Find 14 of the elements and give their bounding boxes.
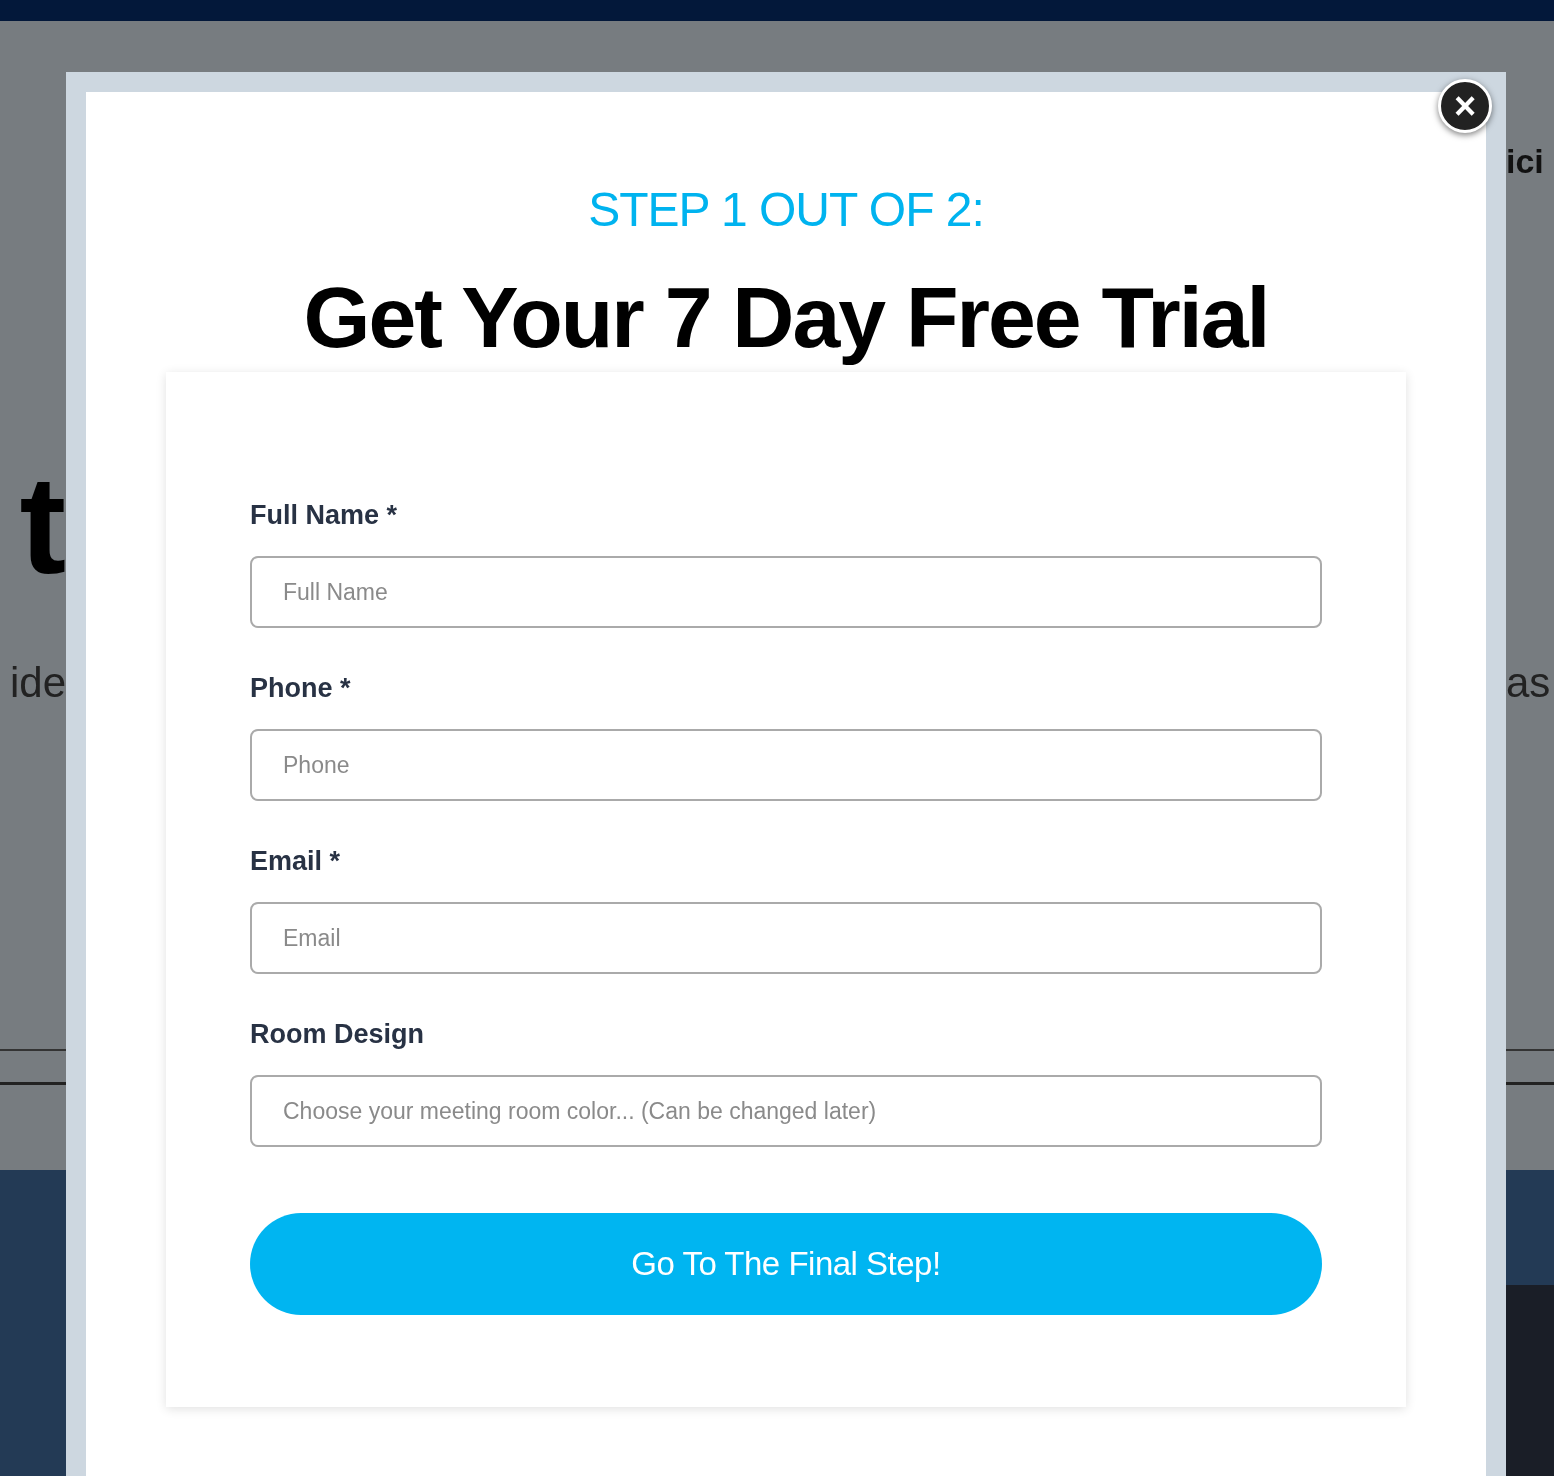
field-label: Phone *	[250, 672, 351, 705]
step-indicator: STEP 1 OUT OF 2:	[588, 182, 984, 238]
field-label: Email *	[250, 845, 341, 878]
input-field[interactable]: Full Name	[250, 556, 1322, 628]
background-text: t	[19, 455, 66, 595]
input-field[interactable]: Choose your meeting room color... (Can be changed later)	[250, 1075, 1322, 1147]
field-label: Full Name *	[250, 499, 398, 532]
input-field[interactable]: Email	[250, 902, 1322, 974]
input-field[interactable]: Phone	[250, 729, 1322, 801]
background-text: as	[1506, 660, 1551, 706]
background-text: ici	[1506, 141, 1544, 182]
field-label: Room Design	[250, 1018, 424, 1051]
modal-title: Get Your 7 Day Free Trial	[303, 271, 1269, 363]
background-text: ide	[9, 660, 66, 706]
